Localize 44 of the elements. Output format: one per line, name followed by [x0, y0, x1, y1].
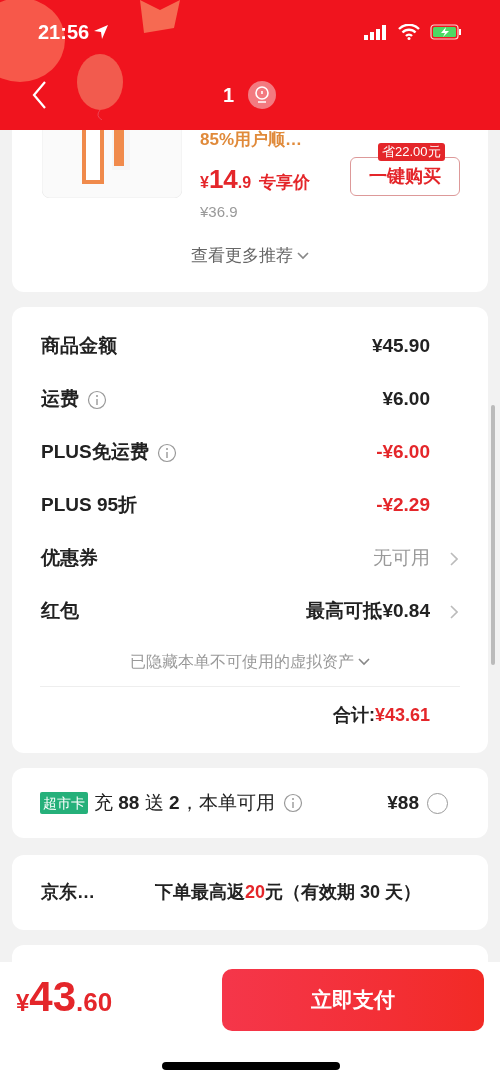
chevron-right-icon	[450, 604, 458, 619]
summary-label: 优惠券	[41, 546, 98, 571]
summary-value: ¥6.00	[382, 387, 430, 412]
rebate-label: 京东…	[41, 881, 96, 904]
chevron-down-icon	[358, 658, 370, 666]
header-title: 1	[223, 83, 235, 108]
price-label: 专享价	[259, 172, 311, 194]
hidden-assets-link[interactable]: 已隐藏本单不可使用的虚拟资产	[130, 650, 354, 674]
wifi-icon	[398, 24, 420, 40]
signal-icon	[364, 24, 388, 40]
summary-label: 红包	[41, 599, 79, 624]
product-tagline: 85%用户顺…	[200, 130, 304, 150]
summary-label: 商品金额	[41, 334, 117, 359]
product-price: ¥14.9	[200, 163, 252, 196]
card-tag: 超市卡	[40, 792, 88, 814]
total-value: ¥43.61	[374, 703, 430, 727]
summary-label: PLUS 95折	[41, 493, 138, 518]
info-icon[interactable]	[87, 389, 107, 410]
total-label: 合计:	[332, 703, 375, 727]
chevron-right-icon	[450, 551, 458, 566]
summary-value: ¥45.90	[371, 334, 430, 359]
info-icon[interactable]	[282, 793, 303, 813]
summary-value[interactable]: 无可用	[373, 544, 430, 573]
summary-value[interactable]: 最高可抵¥0.84	[306, 597, 430, 626]
summary-value: -¥2.29	[376, 493, 430, 518]
more-link[interactable]: 查看更多推荐	[191, 243, 293, 269]
original-price: ¥36.9	[200, 202, 239, 222]
card-offer-text: 充 88 送 2，本单可用	[94, 790, 275, 815]
summary-label: PLUS免运费	[41, 440, 149, 465]
back-icon[interactable]	[32, 80, 47, 110]
pay-button[interactable]: 立即支付	[222, 968, 484, 1031]
location-pin-icon[interactable]	[248, 81, 277, 109]
chevron-down-icon	[297, 251, 309, 260]
summary-label: 运费	[41, 387, 79, 412]
saving-badge: 省22.00元	[378, 143, 445, 161]
summary-value: -¥6.00	[376, 440, 430, 465]
footer-price: ¥43.60	[16, 971, 113, 1022]
rebate-text: 下单最高返20元（有效期 30 天）	[155, 881, 422, 904]
product-image[interactable]	[42, 130, 182, 198]
location-icon	[93, 24, 110, 40]
buy-button[interactable]: 一键购买	[350, 157, 460, 196]
card-price: ¥88	[387, 790, 419, 815]
status-time: 21:56	[38, 20, 90, 45]
info-icon[interactable]	[156, 442, 177, 463]
